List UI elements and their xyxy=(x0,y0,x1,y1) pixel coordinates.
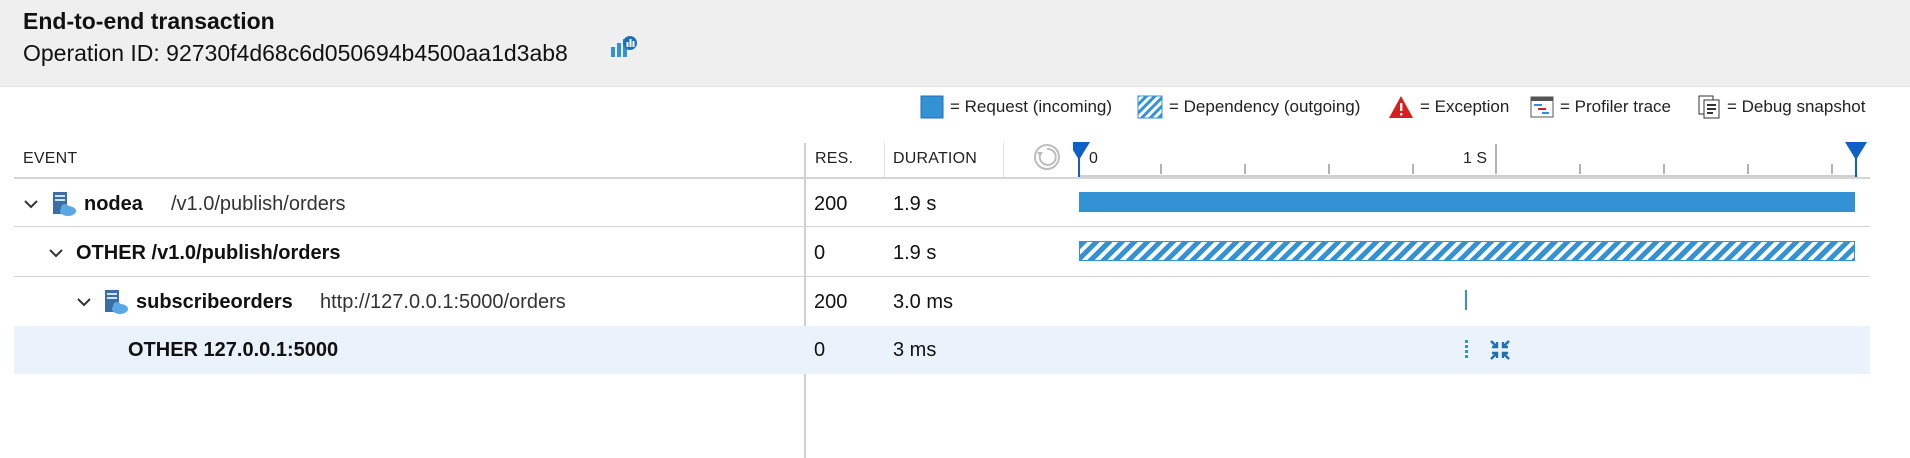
row-path: /v1.0/publish/orders xyxy=(171,192,346,215)
chevron-down-icon[interactable] xyxy=(22,195,40,213)
timeline-start-marker[interactable] xyxy=(1073,142,1090,160)
dependency-bar[interactable] xyxy=(1079,241,1855,261)
debug-snapshot-icon xyxy=(1698,95,1720,119)
row-res: 0 xyxy=(814,241,826,264)
reset-zoom-icon[interactable] xyxy=(1032,142,1062,172)
server-cloud-icon xyxy=(53,192,76,216)
table-row[interactable]: subscribeorders http://127.0.0.1:5000/or… xyxy=(14,278,1870,326)
row-duration: 1.9 s xyxy=(893,192,937,215)
legend-request: = Request (incoming) xyxy=(920,92,1112,122)
analytics-icon[interactable] xyxy=(608,34,638,64)
legend-exception-label: = Exception xyxy=(1420,97,1510,116)
table-row[interactable]: OTHER /v1.0/publish/orders 0 1.9 s xyxy=(14,229,1870,277)
chevron-down-icon[interactable] xyxy=(75,293,93,311)
row-res: 200 xyxy=(814,290,848,313)
legend-exception: = Exception xyxy=(1388,92,1509,122)
row-name: OTHER /v1.0/publish/orders xyxy=(76,241,341,264)
header-divider xyxy=(14,177,1870,179)
row-path: http://127.0.0.1:5000/orders xyxy=(320,290,566,313)
column-header-event[interactable]: EVENT xyxy=(23,150,77,168)
collapse-arrows-icon[interactable] xyxy=(1489,339,1511,361)
timeline-tick-1s: 1 S xyxy=(1463,150,1488,167)
row-res: 200 xyxy=(814,192,848,215)
table-row[interactable]: OTHER 127.0.0.1:5000 0 3 ms xyxy=(14,326,1870,374)
legend-dependency: = Dependency (outgoing) xyxy=(1137,92,1360,122)
legend-request-label: = Request (incoming) xyxy=(950,97,1113,116)
legend-snapshot: = Debug snapshot xyxy=(1697,92,1865,122)
column-separator xyxy=(884,143,885,177)
legend-profiler: = Profiler trace xyxy=(1530,92,1671,122)
table-row[interactable]: nodea /v1.0/publish/orders 200 1.9 s xyxy=(14,180,1870,228)
operation-id: Operation ID: 92730f4d68c6d050694b4500aa… xyxy=(23,40,568,66)
chevron-down-icon[interactable] xyxy=(47,244,65,262)
row-name: OTHER 127.0.0.1:5000 xyxy=(128,338,339,361)
row-duration: 3 ms xyxy=(893,338,937,361)
request-bar[interactable] xyxy=(1465,290,1467,310)
column-separator xyxy=(1003,143,1004,177)
dependency-bar[interactable] xyxy=(1465,340,1468,360)
transaction-header: End-to-end transaction Operation ID: 927… xyxy=(0,0,1910,87)
legend-profiler-label: = Profiler trace xyxy=(1560,97,1672,116)
row-duration: 3.0 ms xyxy=(893,290,954,313)
row-duration: 1.9 s xyxy=(893,241,937,264)
request-swatch-icon xyxy=(920,95,944,119)
row-res: 0 xyxy=(814,338,826,361)
exception-icon xyxy=(1389,96,1413,118)
timeline-tick-0: 0 xyxy=(1089,150,1098,167)
row-name: subscribeorders xyxy=(136,290,293,313)
profiler-trace-icon xyxy=(1530,96,1554,118)
legend-snapshot-label: = Debug snapshot xyxy=(1727,97,1866,116)
dependency-swatch-icon xyxy=(1137,95,1163,119)
server-cloud-icon xyxy=(105,290,128,314)
row-name: nodea xyxy=(84,192,143,215)
page-title: End-to-end transaction xyxy=(23,8,275,34)
column-header-duration[interactable]: DURATION xyxy=(893,150,977,168)
timeline-end-marker[interactable] xyxy=(1845,142,1867,160)
legend-dependency-label: = Dependency (outgoing) xyxy=(1169,97,1361,116)
request-bar[interactable] xyxy=(1079,192,1855,212)
column-header-res[interactable]: RES. xyxy=(815,150,853,168)
